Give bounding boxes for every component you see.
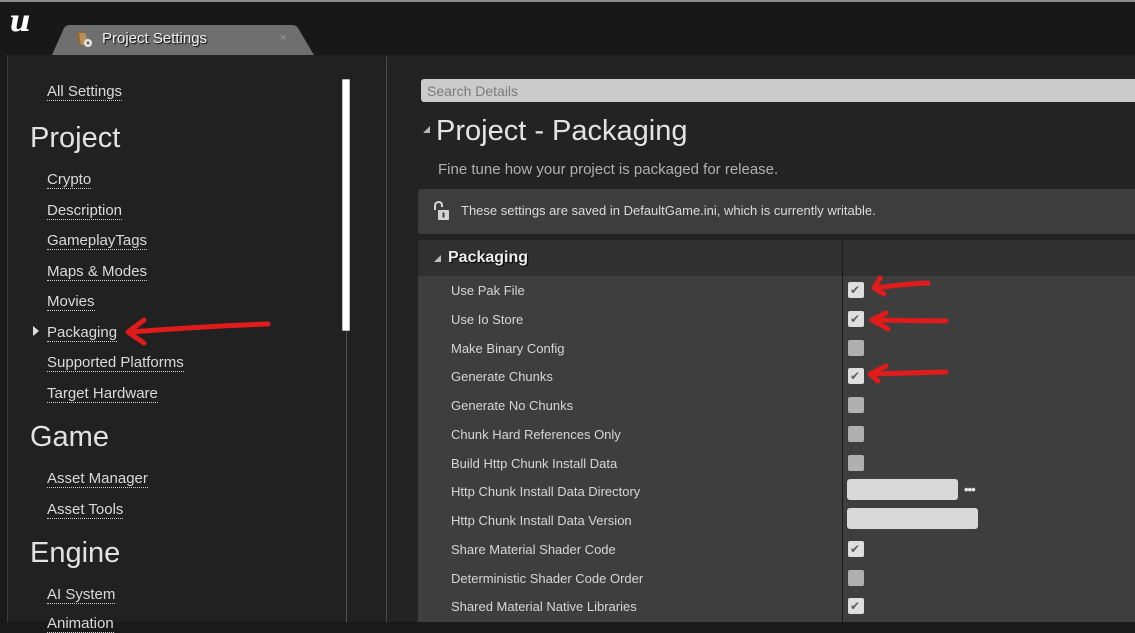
sidebar-item-asset-manager[interactable]: Asset Manager — [47, 470, 148, 488]
property-checkbox[interactable]: ✔ — [848, 598, 864, 614]
sidebar-item-supported-platforms[interactable]: Supported Platforms — [47, 354, 184, 372]
sidebar-heading-engine: Engine — [30, 537, 121, 569]
category-collapse-icon[interactable] — [434, 255, 441, 262]
property-row: Shared Material Native Libraries ✔ — [418, 592, 1135, 621]
property-row: Make Binary Config — [418, 334, 1135, 363]
title-bar: u Project Settings × — [0, 0, 1135, 55]
sidebar-scroll-track — [346, 325, 347, 622]
sidebar-item-maps-modes[interactable]: Maps & Modes — [47, 263, 148, 281]
config-notice: These settings are saved in DefaultGame.… — [418, 189, 1135, 234]
packaging-category: Packaging Use Pak File ✔ Use Io Store ✔ Make… — [418, 240, 1135, 622]
property-checkbox[interactable]: ✔ — [848, 368, 864, 384]
directory-path-input[interactable] — [847, 479, 958, 500]
version-text-input[interactable] — [847, 508, 978, 529]
property-row: Generate Chunks ✔ — [418, 362, 1135, 391]
property-label: Http Chunk Install Data Version — [451, 513, 632, 528]
property-label: Use Io Store — [451, 312, 524, 327]
property-row: Use Pak File ✔ — [418, 276, 1135, 305]
sidebar-heading-game: Game — [30, 421, 109, 453]
checkmark-icon: ✔ — [850, 283, 861, 297]
collapse-arrow-icon[interactable] — [423, 126, 430, 133]
property-row: Chunk Hard References Only — [418, 420, 1135, 449]
unreal-logo-icon: u — [9, 4, 31, 39]
page-subtitle: Fine tune how your project is packaged f… — [438, 161, 779, 178]
property-label: Generate Chunks — [451, 369, 553, 384]
selected-arrow-icon — [33, 326, 39, 336]
property-checkbox[interactable] — [848, 340, 864, 356]
sidebar-item-packaging[interactable]: Packaging — [47, 324, 118, 342]
sidebar-heading-project: Project — [30, 122, 121, 154]
sidebar-item-description[interactable]: Description — [47, 202, 123, 220]
browse-button[interactable]: ••• — [964, 482, 976, 497]
close-tab-icon[interactable]: × — [280, 32, 286, 44]
property-checkbox[interactable]: ✔ — [848, 311, 864, 327]
property-label: Share Material Shader Code — [451, 542, 616, 557]
property-row: Http Chunk Install Data Directory ••• — [418, 477, 1135, 506]
settings-folder-icon — [76, 31, 92, 47]
property-checkbox[interactable] — [848, 397, 864, 413]
property-checkbox[interactable] — [848, 570, 864, 586]
sidebar-item-gameplaytags[interactable]: GameplayTags — [47, 232, 148, 250]
property-row: Http Chunk Install Data Version — [418, 506, 1135, 535]
sidebar-item-asset-tools[interactable]: Asset Tools — [47, 501, 124, 519]
property-checkbox[interactable]: ✔ — [848, 282, 864, 298]
sidebar-item-animation[interactable]: Animation — [47, 615, 114, 633]
tab-project-settings[interactable]: Project Settings × — [52, 24, 314, 55]
property-checkbox[interactable] — [848, 426, 864, 442]
property-label: Make Binary Config — [451, 341, 565, 356]
unlocked-icon — [434, 201, 449, 220]
property-checkbox[interactable]: ✔ — [848, 541, 864, 557]
property-row: Build Http Chunk Install Data — [418, 449, 1135, 478]
sidebar-item-movies[interactable]: Movies — [47, 293, 95, 311]
sidebar-item-target-hardware[interactable]: Target Hardware — [47, 385, 158, 403]
category-title: Packaging — [448, 249, 529, 266]
sidebar-item-crypto[interactable]: Crypto — [47, 171, 92, 189]
property-label: Build Http Chunk Install Data — [451, 456, 618, 471]
category-header[interactable]: Packaging — [418, 240, 1135, 276]
property-row: Generate No Chunks — [418, 391, 1135, 420]
notice-text: These settings are saved in DefaultGame.… — [461, 203, 876, 218]
tab-label: Project Settings — [102, 30, 208, 47]
property-row: Share Material Shader Code ✔ — [418, 535, 1135, 564]
property-label: Use Pak File — [451, 283, 525, 298]
sidebar-scrollbar[interactable] — [342, 79, 350, 331]
checkmark-icon: ✔ — [850, 312, 861, 326]
property-label: Shared Material Native Libraries — [451, 599, 637, 614]
sidebar-item-ai-system[interactable]: AI System — [47, 586, 116, 604]
checkmark-icon: ✔ — [850, 542, 861, 556]
property-label: Http Chunk Install Data Directory — [451, 484, 641, 499]
checkmark-icon: ✔ — [850, 599, 861, 613]
property-label: Generate No Chunks — [451, 398, 574, 413]
page-title: Project - Packaging — [436, 115, 688, 147]
property-row: Deterministic Shader Code Order — [418, 564, 1135, 593]
checkmark-icon: ✔ — [850, 369, 861, 383]
property-label: Chunk Hard References Only — [451, 427, 621, 442]
search-details-input[interactable] — [421, 79, 1135, 102]
property-checkbox[interactable] — [848, 455, 864, 471]
property-label: Deterministic Shader Code Order — [451, 571, 644, 586]
property-row: Use Io Store ✔ — [418, 305, 1135, 334]
sidebar-item-all-settings[interactable]: All Settings — [47, 83, 123, 101]
